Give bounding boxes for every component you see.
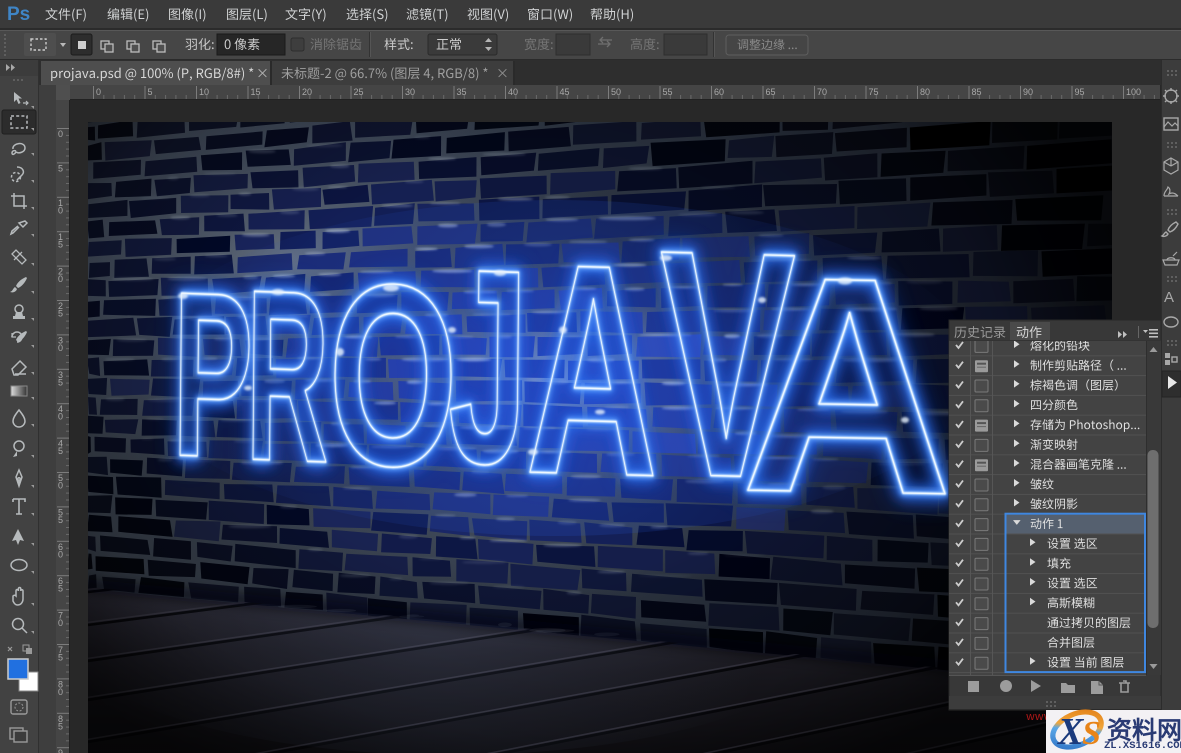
svg-text:15: 15	[251, 87, 261, 97]
svg-text:O: O	[327, 230, 460, 522]
svg-text:5: 5	[58, 309, 63, 319]
svg-text:5: 5	[58, 721, 63, 731]
svg-text:0: 0	[58, 129, 63, 139]
svg-text:70: 70	[817, 87, 827, 97]
svg-text:5: 5	[58, 377, 63, 387]
svg-text:0: 0	[58, 274, 63, 284]
svg-text:Ps: Ps	[7, 4, 30, 25]
svg-text:90: 90	[1023, 87, 1033, 97]
svg-text:40: 40	[508, 87, 518, 97]
svg-text:5: 5	[58, 163, 63, 173]
svg-text:A: A	[525, 199, 661, 540]
svg-text:0: 0	[96, 87, 101, 97]
svg-text:50: 50	[611, 87, 621, 97]
svg-text:5: 5	[58, 240, 63, 250]
svg-text:A: A	[740, 212, 958, 560]
svg-text:0: 0	[58, 618, 63, 628]
svg-text:55: 55	[663, 87, 673, 97]
svg-text:35: 35	[457, 87, 467, 97]
svg-text:0: 0	[58, 549, 63, 559]
svg-text:25: 25	[354, 87, 364, 97]
svg-text:X: X	[1057, 711, 1085, 753]
svg-text:5: 5	[58, 446, 63, 456]
svg-text:0: 0	[58, 343, 63, 353]
svg-text:20: 20	[302, 87, 312, 97]
svg-text:45: 45	[560, 87, 570, 97]
svg-text:ZL.XS1616.COM: ZL.XS1616.COM	[1104, 740, 1181, 752]
svg-text:5: 5	[148, 87, 153, 97]
svg-text:S: S	[1082, 715, 1101, 752]
svg-text:95: 95	[1075, 87, 1085, 97]
svg-text:5: 5	[58, 653, 63, 663]
svg-text:0: 0	[58, 481, 63, 491]
svg-text:80: 80	[920, 87, 930, 97]
svg-text:0: 0	[58, 412, 63, 422]
svg-text:65: 65	[766, 87, 776, 97]
svg-text:10: 10	[199, 87, 209, 97]
svg-text:0: 0	[58, 687, 63, 697]
svg-text:0: 0	[58, 205, 63, 215]
svg-text:5: 5	[58, 584, 63, 594]
svg-text:9: 9	[58, 748, 63, 753]
svg-text:J: J	[447, 210, 529, 523]
svg-text:R: R	[245, 239, 330, 515]
svg-text:85: 85	[972, 87, 982, 97]
svg-text:P: P	[172, 242, 254, 508]
svg-text:75: 75	[869, 87, 879, 97]
svg-text:30: 30	[405, 87, 415, 97]
svg-text:5: 5	[58, 515, 63, 525]
svg-text:60: 60	[714, 87, 724, 97]
svg-text:A: A	[1164, 289, 1174, 306]
